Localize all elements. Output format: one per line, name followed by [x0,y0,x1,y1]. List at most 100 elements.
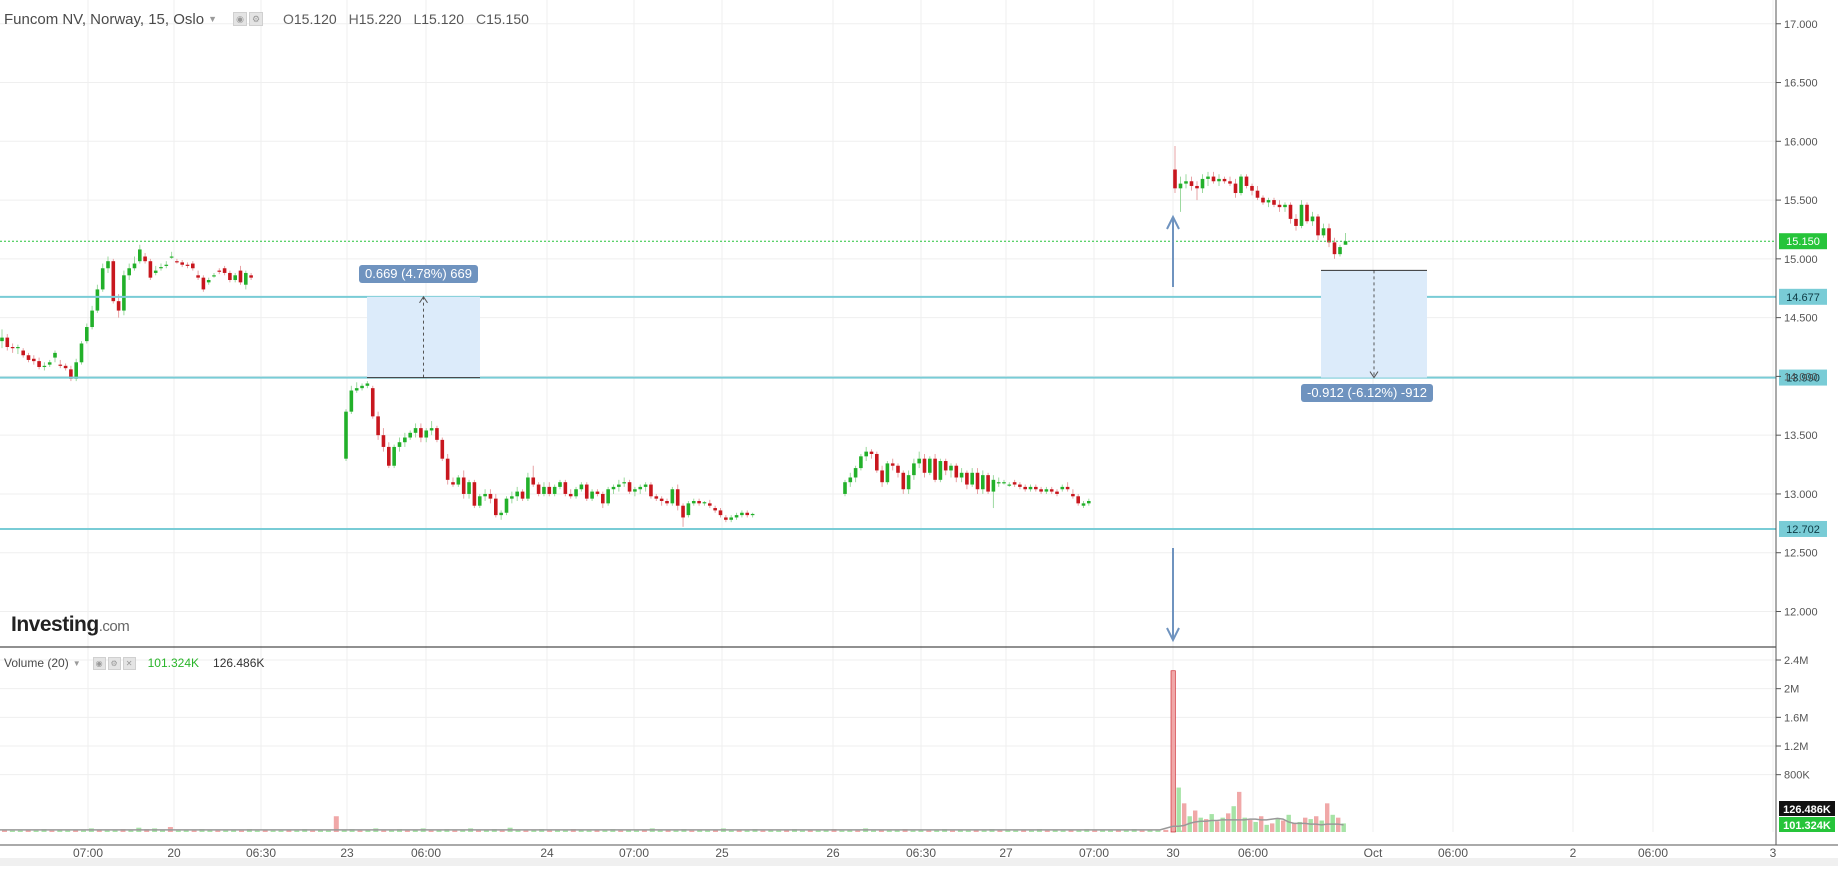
gear-icon[interactable]: ⚙ [249,12,263,26]
candle-body [1305,204,1309,222]
chevron-down-icon[interactable]: ▼ [73,659,81,668]
candle-body [217,270,222,272]
candle-body [206,280,211,283]
candle-body [127,268,131,276]
candle [222,265,227,276]
candle-body [413,428,418,433]
volume-bar [776,830,782,832]
candle-body [622,482,626,484]
candle [191,261,195,271]
candle-body [1087,500,1091,504]
candle [1239,174,1243,196]
candle [665,498,669,506]
candle-body [403,437,407,443]
volume-bar [1275,819,1280,832]
volume-bar [673,830,679,832]
candle [649,482,653,499]
volume-bar [254,830,260,832]
candle [233,272,237,283]
candle [360,383,364,391]
candle-body [859,456,863,469]
volume-ma-value: 126.486K [213,656,265,670]
bottom-strip [0,858,1838,866]
candle-body [670,489,675,504]
grid [0,0,1776,832]
candle [691,498,696,506]
low-value: 15.120 [421,11,465,27]
volume-bar [325,830,331,832]
candle [148,258,153,281]
close-icon[interactable]: ✕ [122,656,136,670]
candle-body [1055,491,1059,494]
candle [1222,176,1227,184]
candle-body [686,503,691,516]
gear-icon[interactable]: ⚙ [107,656,121,670]
candle [708,499,712,509]
candle [928,456,932,476]
candle-body [1250,185,1254,191]
candle [933,453,937,483]
volume-bar [1123,830,1129,832]
price-label: 12.702 [1786,524,1820,536]
candle [1310,211,1315,226]
candle-body [1200,178,1205,189]
candle [249,272,253,281]
measure-down-label: -0.912 (-6.12%) -912 [1301,384,1433,402]
candle [520,489,525,501]
symbol-title[interactable]: Funcom NV, Norway, 15, Oslo [0,11,204,28]
volume-bar [1182,803,1187,832]
candle-body [691,500,696,504]
candle-body [750,513,755,516]
candle [1200,174,1205,194]
candle-body [606,489,610,504]
candle-body [169,256,174,258]
candle [1049,486,1054,494]
chevron-down-icon[interactable]: ▼ [208,14,217,24]
candle [686,500,691,518]
candle-body [1044,489,1049,492]
candle [568,489,573,499]
open-value: 15.120 [293,11,337,27]
candle [1087,498,1091,506]
candle-body [590,491,594,499]
candle [1189,176,1194,191]
volume-bar [1303,817,1308,832]
volume-bar [562,830,568,832]
candle-body [376,416,380,436]
candle [1338,244,1342,257]
candle [1327,223,1331,248]
candle-body [1034,486,1038,490]
candle-body [1266,200,1271,203]
volume-title[interactable]: Volume (20) [0,656,69,670]
candle [1023,484,1027,492]
candle-body [1076,496,1080,504]
eye-icon[interactable]: ◉ [92,656,106,670]
eye-icon[interactable]: ◉ [233,12,247,26]
investing-logo: Investing.com [11,613,130,637]
candle-body [196,275,200,278]
volume-bars [0,670,1346,833]
time-tick-label: Oct [1364,846,1383,860]
candle [627,479,632,494]
candle [906,470,911,494]
chart[interactable]: 14.677 13.990 12.702 15.150 07:00 20 06:30 23 0… [0,0,1838,866]
volume-bar [476,830,481,832]
candle-body [32,358,36,362]
high-label: H [348,11,359,27]
candle-body [488,493,493,499]
volume-bar [586,830,592,832]
candle [435,425,439,443]
candle [896,463,900,478]
candle [1316,214,1320,241]
candle [477,493,482,509]
volume-bar [910,830,916,832]
candle [467,479,471,499]
high-value: 15.220 [358,11,402,27]
chart-canvas[interactable]: 14.67713.99012.70215.150 07:00 20 06:30 23 0… [0,0,1838,866]
time-tick-label: 26 [826,846,840,860]
candle-body [249,275,253,278]
candle [244,270,248,290]
candle-body [1233,183,1238,194]
candle [127,263,131,281]
candle [702,500,707,506]
